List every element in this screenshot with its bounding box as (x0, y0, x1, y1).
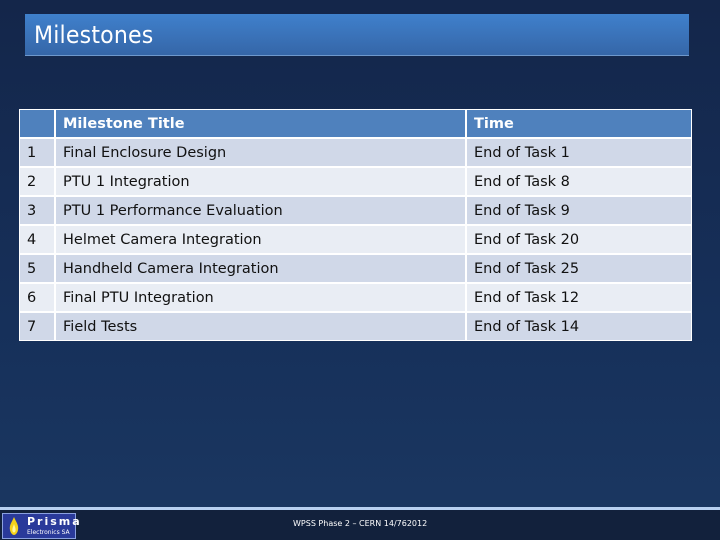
row-time: End of Task 1 (467, 139, 691, 168)
row-time: End of Task 20 (467, 226, 691, 255)
row-title: Helmet Camera Integration (56, 226, 467, 255)
row-title: Field Tests (56, 313, 467, 340)
row-time: End of Task 8 (467, 168, 691, 197)
header-milestone-title: Milestone Title (56, 110, 467, 139)
footer-text: WPSS Phase 2 – CERN 14/762012 (293, 519, 428, 528)
row-title: Final Enclosure Design (56, 139, 467, 168)
slide-title-bar: Milestones (25, 14, 689, 56)
table-header-row: Milestone Title Time (20, 110, 691, 139)
row-title: Handheld Camera Integration (56, 255, 467, 284)
header-time: Time (467, 110, 691, 139)
flame-icon (9, 517, 19, 535)
table-row: 2 PTU 1 Integration End of Task 8 (20, 168, 691, 197)
table-row: 1 Final Enclosure Design End of Task 1 (20, 139, 691, 168)
table-row: 4 Helmet Camera Integration End of Task … (20, 226, 691, 255)
row-time: End of Task 9 (467, 197, 691, 226)
header-number (20, 110, 56, 139)
milestones-table: Milestone Title Time 1 Final Enclosure D… (19, 109, 692, 341)
row-number: 4 (20, 226, 56, 255)
row-title: PTU 1 Integration (56, 168, 467, 197)
logo-name: Prisma (27, 515, 82, 528)
row-title: PTU 1 Performance Evaluation (56, 197, 467, 226)
table-row: 3 PTU 1 Performance Evaluation End of Ta… (20, 197, 691, 226)
row-number: 1 (20, 139, 56, 168)
row-time: End of Task 25 (467, 255, 691, 284)
logo-subtitle: Electronics SA (27, 529, 70, 536)
row-time: End of Task 12 (467, 284, 691, 313)
row-number: 2 (20, 168, 56, 197)
row-number: 6 (20, 284, 56, 313)
row-number: 7 (20, 313, 56, 340)
slide-title: Milestones (34, 21, 154, 49)
table-row: 5 Handheld Camera Integration End of Tas… (20, 255, 691, 284)
row-number: 3 (20, 197, 56, 226)
row-title: Final PTU Integration (56, 284, 467, 313)
table-row: 6 Final PTU Integration End of Task 12 (20, 284, 691, 313)
table-row: 7 Field Tests End of Task 14 (20, 313, 691, 340)
company-logo: Prisma Electronics SA (2, 513, 80, 539)
row-number: 5 (20, 255, 56, 284)
row-time: End of Task 14 (467, 313, 691, 340)
